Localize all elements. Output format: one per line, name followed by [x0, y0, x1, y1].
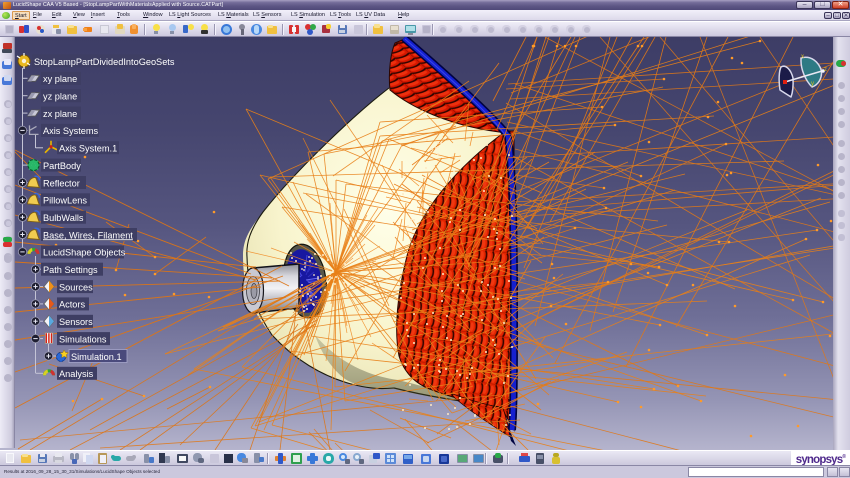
svg-text:yz plane: yz plane	[43, 92, 77, 102]
svg-text:Simulations: Simulations	[59, 334, 107, 344]
svg-text:Reflector: Reflector	[43, 178, 80, 188]
svg-text:Axis Systems: Axis Systems	[43, 126, 99, 136]
svg-text:Sensors: Sensors	[59, 317, 93, 327]
svg-text:zx plane: zx plane	[43, 109, 77, 119]
svg-text:Sources: Sources	[59, 282, 93, 292]
svg-text:Axis System.1: Axis System.1	[59, 144, 117, 154]
svg-text:Path Settings: Path Settings	[43, 265, 98, 275]
svg-text:PillowLens: PillowLens	[43, 196, 87, 206]
svg-text:PartBody: PartBody	[43, 161, 81, 171]
svg-text:Actors: Actors	[59, 300, 85, 310]
svg-text:Base, Wires, Filament: Base, Wires, Filament	[43, 230, 133, 240]
svg-text:Analysis: Analysis	[59, 369, 94, 379]
svg-text:BulbWalls: BulbWalls	[43, 213, 84, 223]
svg-text:Simulation.1: Simulation.1	[71, 352, 122, 362]
svg-text:xy plane: xy plane	[43, 74, 77, 84]
svg-text:LucidShape Objects: LucidShape Objects	[43, 248, 126, 258]
svg-text:StopLampPartDividedIntoGeoSets: StopLampPartDividedIntoGeoSets	[34, 57, 175, 67]
